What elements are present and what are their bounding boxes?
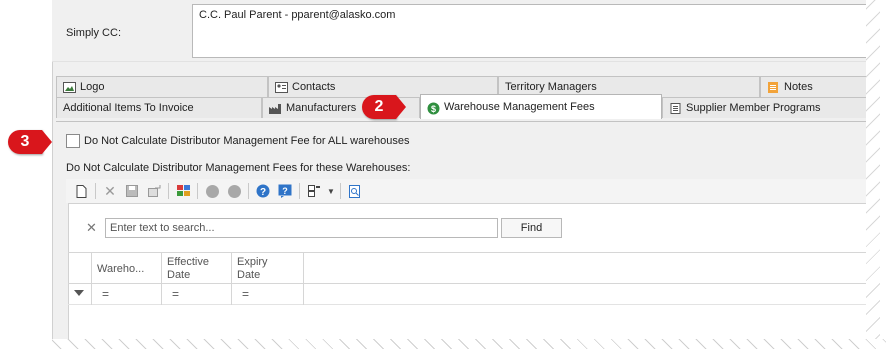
filter-cell-effective-date[interactable]: = — [162, 285, 232, 305]
column-header-line1: Expiry — [237, 256, 268, 268]
all-warehouses-checkbox[interactable] — [66, 134, 80, 148]
grid-toolbar: ✕ ? ? ▼ — [66, 179, 880, 203]
factory-icon — [269, 103, 282, 114]
tab-label: Additional Items To Invoice — [63, 102, 194, 114]
layout-icon[interactable] — [303, 181, 325, 201]
svg-text:?: ? — [282, 186, 288, 196]
filter-cell-warehouse[interactable]: = — [92, 285, 162, 305]
grid-filter-row: = = = — [68, 285, 880, 305]
search-input[interactable]: Enter text to search... — [105, 218, 498, 238]
tab-label: Logo — [80, 81, 105, 93]
tab-label: Contacts — [292, 81, 336, 93]
tab-additional-items[interactable]: Additional Items To Invoice — [56, 97, 262, 118]
svg-text:$: $ — [431, 104, 436, 114]
filter-cell-expiry-date[interactable]: = — [232, 285, 304, 305]
tab-warehouse-management-fees[interactable]: $ Warehouse Management Fees — [420, 94, 662, 119]
tab-notes[interactable]: Notes — [760, 76, 880, 97]
toolbar-separator — [168, 183, 169, 199]
down-icon[interactable] — [223, 181, 245, 201]
tab-logo[interactable]: Logo — [56, 76, 268, 97]
tab-supplier-member-programs[interactable]: Supplier Member Programs — [662, 97, 880, 118]
save-icon[interactable] — [121, 181, 143, 201]
up-icon[interactable] — [201, 181, 223, 201]
column-header-effective-date[interactable]: Effective Date — [162, 253, 232, 285]
find-button[interactable]: Find — [501, 218, 562, 238]
preview-icon[interactable] — [344, 181, 366, 201]
new-icon[interactable] — [70, 181, 92, 201]
filter-icon — [74, 290, 84, 296]
toolbar-separator — [197, 183, 198, 199]
svg-text:?: ? — [260, 187, 266, 198]
question-icon[interactable]: ? — [274, 181, 296, 201]
image-icon — [63, 81, 76, 93]
tab-label: Notes — [784, 81, 813, 93]
dropdown-icon[interactable]: ▼ — [325, 181, 337, 201]
grid-header-row: Wareho... Effective Date Expiry Date — [68, 252, 880, 285]
tab-label: Supplier Member Programs — [686, 102, 821, 114]
help-icon[interactable]: ? — [252, 181, 274, 201]
all-warehouses-checkbox-row[interactable]: Do Not Calculate Distributor Management … — [66, 134, 409, 148]
delete-icon[interactable]: ✕ — [99, 181, 121, 201]
column-header-warehouse[interactable]: Wareho... — [92, 253, 162, 285]
all-warehouses-checkbox-label: Do Not Calculate Distributor Management … — [84, 135, 410, 147]
toolbar-separator — [299, 183, 300, 199]
row-indicator-header — [68, 253, 92, 285]
filter-row-indicator — [68, 285, 92, 305]
toolbar-separator — [95, 183, 96, 199]
notes-icon — [767, 81, 780, 93]
torn-edge-right — [866, 0, 880, 349]
callout-marker-2: 2 — [362, 95, 406, 119]
column-header-line1: Wareho... — [97, 263, 145, 275]
columns-icon[interactable] — [172, 181, 194, 201]
cc-label: Simply CC: — [66, 27, 122, 39]
column-header-line2: Date — [167, 269, 191, 281]
callout-marker-3: 3 — [8, 130, 52, 154]
tab-label: Territory Managers — [505, 81, 597, 93]
toolbar-separator — [248, 183, 249, 199]
warehouses-subtitle: Do Not Calculate Distributor Management … — [66, 162, 411, 174]
clear-search-icon[interactable]: ✕ — [86, 220, 97, 236]
contact-card-icon — [275, 81, 288, 93]
torn-edge-bottom — [52, 339, 886, 349]
dollar-icon: $ — [427, 102, 440, 114]
tab-label: Manufacturers — [286, 102, 357, 114]
column-header-line1: Effective — [167, 256, 209, 268]
tab-strip-bottom: Additional Items To Invoice Manufacturer… — [56, 94, 880, 121]
column-header-expiry-date[interactable]: Expiry Date — [232, 253, 304, 285]
toolbar-separator — [340, 183, 341, 199]
cc-row: Simply CC: C.C. Paul Parent - pparent@al… — [52, 0, 880, 62]
column-header-line2: Date — [237, 269, 261, 281]
cc-textarea[interactable]: C.C. Paul Parent - pparent@alasko.com — [192, 4, 880, 58]
export-icon[interactable] — [143, 181, 165, 201]
document-icon — [669, 102, 682, 114]
tab-label: Warehouse Management Fees — [444, 101, 595, 113]
